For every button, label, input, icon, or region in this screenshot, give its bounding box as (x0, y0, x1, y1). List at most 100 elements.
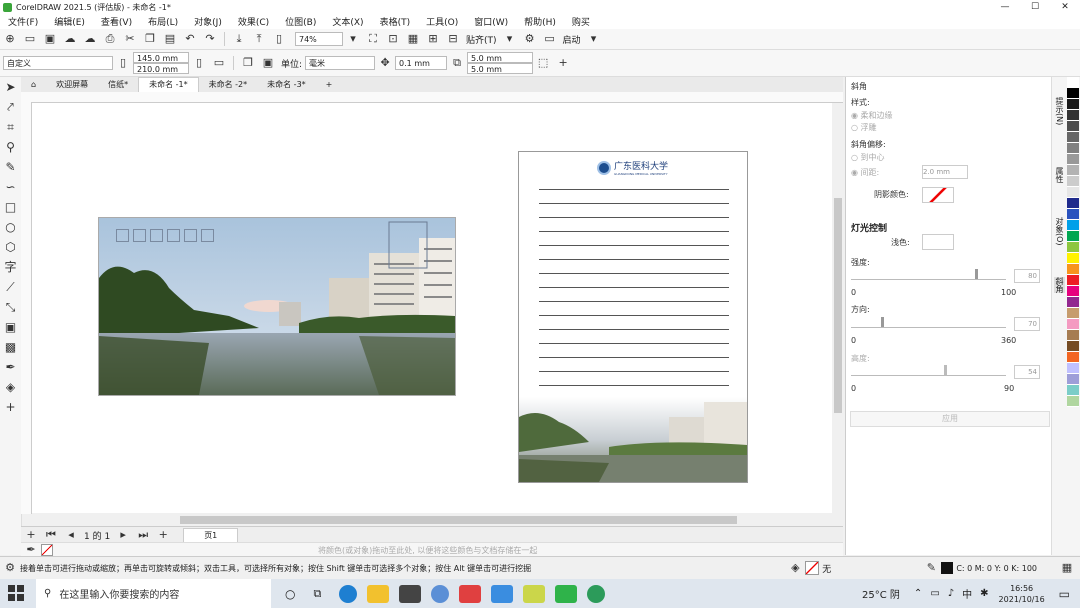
edge-browser-icon[interactable] (339, 584, 358, 603)
app-red-icon[interactable] (459, 584, 482, 603)
prev-page-icon[interactable]: ◂ (64, 528, 78, 542)
ime-indicator[interactable]: 中 (962, 586, 972, 601)
wechat-icon[interactable] (587, 584, 606, 603)
tab-stationery[interactable]: 信纸* (98, 78, 138, 92)
nudge-distance-field[interactable]: 0.1 mm (395, 56, 448, 70)
zoom-level-field[interactable]: 74% (295, 32, 343, 46)
side-tab-hints[interactable]: 提示(N) (1054, 97, 1065, 125)
offset-to-center-radio[interactable]: ○ 到中心 (851, 152, 885, 163)
snap-icon[interactable]: ⊟ (446, 32, 460, 46)
volume-icon[interactable]: ♪ (948, 588, 954, 599)
close-button[interactable]: ✕ (1050, 2, 1080, 12)
redo-icon[interactable]: ↷ (203, 32, 217, 46)
menu-edit[interactable]: 编辑(E) (46, 15, 93, 28)
guidelines-icon[interactable]: ⊞ (426, 32, 440, 46)
add-page-before-icon[interactable]: + (24, 528, 38, 542)
vertical-scroll-thumb[interactable] (834, 198, 842, 413)
ellipse-tool-icon[interactable]: ○ (0, 217, 21, 237)
tab-untitled-2[interactable]: 未命名 -2* (199, 78, 258, 92)
horizontal-scroll-thumb[interactable] (180, 516, 737, 524)
rectangle-tool-icon[interactable]: □ (0, 197, 21, 217)
vertical-scrollbar[interactable] (832, 103, 844, 513)
current-page-icon[interactable]: ▣ (261, 56, 275, 70)
cut-icon[interactable]: ✂ (123, 32, 137, 46)
new-tab-icon[interactable]: + (316, 78, 343, 92)
page-width-field[interactable]: 145.0 mm (133, 52, 189, 63)
intensity-field[interactable]: 80 (1014, 269, 1040, 283)
side-tab-objects[interactable]: 对象(O) (1054, 217, 1065, 246)
palette-swatch[interactable] (1067, 297, 1079, 308)
apply-button[interactable]: 应用 (850, 411, 1050, 427)
export-icon[interactable]: ⤒ (252, 32, 266, 46)
grid-icon[interactable]: ▦ (406, 32, 420, 46)
palette-swatch[interactable] (1067, 308, 1079, 319)
menu-effects[interactable]: 效果(C) (230, 15, 277, 28)
notification-icon[interactable]: ▭ (1059, 587, 1070, 601)
undo-icon[interactable]: ↶ (183, 32, 197, 46)
last-page-icon[interactable]: ⏭ (136, 528, 150, 542)
vertical-ruler[interactable] (21, 102, 32, 514)
page-preset-select[interactable]: 自定义 (3, 56, 113, 70)
palette-swatch[interactable] (1067, 143, 1079, 154)
palette-swatch[interactable] (1067, 264, 1079, 275)
menu-view[interactable]: 查看(V) (93, 15, 140, 28)
offset-distance-radio[interactable]: ◉ 间距: (851, 167, 879, 178)
paste-icon[interactable]: ▤ (163, 32, 177, 46)
network-icon[interactable]: ▭ (930, 588, 939, 599)
palette-swatch[interactable] (1067, 220, 1079, 231)
direction-field[interactable]: 70 (1014, 317, 1040, 331)
style-emboss-radio[interactable]: ○ 浮雕 (851, 122, 877, 133)
palette-swatch[interactable] (1067, 385, 1079, 396)
save-icon[interactable]: ▣ (43, 32, 57, 46)
palette-swatch[interactable] (1067, 99, 1079, 110)
palette-swatch[interactable] (1067, 88, 1079, 99)
no-color-swatch[interactable] (41, 544, 53, 556)
palette-swatch[interactable] (1067, 209, 1079, 220)
intensity-slider-knob[interactable] (975, 269, 978, 279)
palette-swatch[interactable] (1067, 154, 1079, 165)
page-frame-icon[interactable]: ⬚ (536, 56, 550, 70)
menu-tools[interactable]: 工具(O) (418, 15, 466, 28)
menu-object[interactable]: 对象(J) (186, 15, 230, 28)
open-folder-icon[interactable]: ▭ (23, 32, 37, 46)
palette-swatch[interactable] (1067, 319, 1079, 330)
taskbar-search-box[interactable]: ⚲ 在这里输入你要搜索的内容 (36, 579, 271, 608)
intensity-slider[interactable] (851, 269, 1006, 280)
tray-overflow-icon[interactable]: ⌃ (914, 588, 922, 599)
direction-slider[interactable] (851, 317, 1006, 328)
palette-swatch[interactable] (1067, 286, 1079, 297)
side-tab-bevel[interactable]: 斜角 (1054, 277, 1065, 293)
outline-color-swatch[interactable] (941, 562, 954, 574)
palette-swatch[interactable] (1067, 330, 1079, 341)
weather-widget[interactable]: 25°C 阴 (862, 586, 900, 601)
add-icon[interactable]: + (556, 56, 570, 70)
envelope-artwork[interactable] (98, 217, 456, 396)
first-page-icon[interactable]: ⏮ (44, 528, 58, 542)
tab-untitled-1[interactable]: 未命名 -1* (138, 77, 199, 92)
copy-icon[interactable]: ❐ (143, 32, 157, 46)
launch-button[interactable]: 启动 (563, 33, 581, 46)
app-yellow-icon[interactable] (523, 584, 546, 603)
palette-swatch[interactable] (1067, 396, 1079, 407)
clock[interactable]: 16:56 2021/10/16 (999, 583, 1045, 605)
add-page-after-icon[interactable]: + (156, 528, 170, 542)
portrait-icon[interactable]: ▯ (192, 56, 206, 70)
interactive-fill-icon[interactable]: ◈ (0, 377, 21, 397)
print-icon[interactable]: ⎙ (103, 32, 117, 46)
export-pdf-icon[interactable]: ▯ (272, 32, 286, 46)
cortana-icon[interactable]: ○ (285, 587, 295, 601)
menu-bitmaps[interactable]: 位图(B) (277, 15, 324, 28)
all-pages-icon[interactable]: ❐ (241, 56, 255, 70)
add-tool-icon[interactable]: + (0, 397, 21, 417)
shadow-color-picker[interactable] (922, 187, 954, 203)
page-height-field[interactable]: 210.0 mm (133, 63, 189, 74)
horizontal-scrollbar[interactable] (80, 515, 828, 525)
palette-swatch[interactable] (1067, 132, 1079, 143)
altitude-slider[interactable] (851, 365, 1006, 376)
menu-buy[interactable]: 购买 (564, 15, 598, 28)
launch-icon[interactable]: ▭ (543, 32, 557, 46)
parallel-dimension-icon[interactable]: ⟋ (0, 277, 21, 297)
tab-untitled-3[interactable]: 未命名 -3* (257, 78, 316, 92)
ime-mode-icon[interactable]: ✱ (980, 588, 988, 599)
zoom-tool-icon[interactable]: ⚲ (0, 137, 21, 157)
